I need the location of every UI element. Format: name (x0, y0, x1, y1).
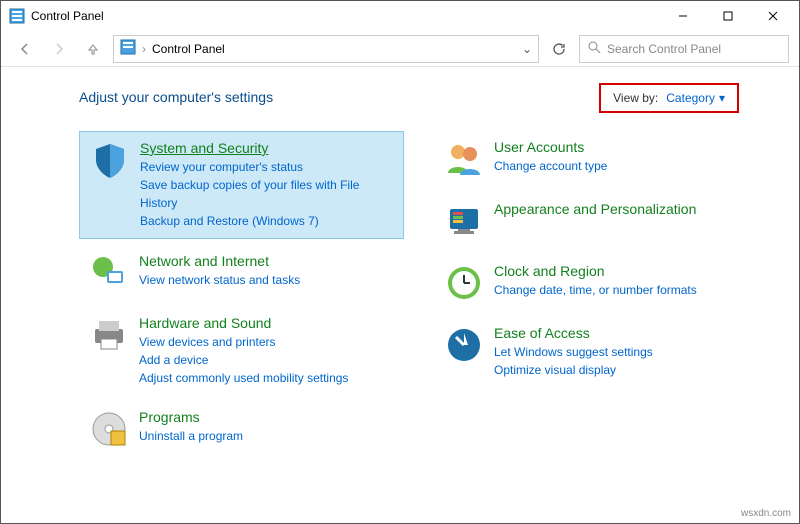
address-box[interactable]: › Control Panel ⌄ (113, 35, 539, 63)
address-bar: › Control Panel ⌄ Search Control Panel (1, 31, 799, 67)
back-button[interactable] (11, 35, 39, 63)
category-columns: System and Security Review your computer… (79, 131, 759, 463)
category-clock-region[interactable]: Clock and Region Change date, time, or n… (434, 255, 759, 311)
category-link[interactable]: Hardware and Sound (139, 315, 271, 331)
refresh-button[interactable] (545, 35, 573, 63)
search-placeholder: Search Control Panel (607, 42, 721, 56)
category-link[interactable]: System and Security (140, 140, 268, 156)
clock-icon (444, 263, 484, 303)
chevron-down-icon: ▾ (719, 91, 725, 105)
sublink[interactable]: Adjust commonly used mobility settings (139, 369, 394, 387)
left-column: System and Security Review your computer… (79, 131, 404, 463)
category-link[interactable]: Programs (139, 409, 200, 425)
category-ease-of-access[interactable]: Ease of Access Let Windows suggest setti… (434, 317, 759, 387)
content-area: Adjust your computer's settings View by:… (1, 67, 799, 473)
category-network-internet[interactable]: Network and Internet View network status… (79, 245, 404, 301)
right-column: User Accounts Change account type Appear… (434, 131, 759, 463)
category-programs[interactable]: Programs Uninstall a program (79, 401, 404, 457)
category-appearance-personalization[interactable]: Appearance and Personalization (434, 193, 759, 249)
watermark: wsxdn.com (741, 508, 791, 519)
close-button[interactable] (750, 1, 795, 31)
category-link[interactable]: Appearance and Personalization (494, 201, 696, 217)
forward-button[interactable] (45, 35, 73, 63)
view-by-selector[interactable]: View by: Category ▾ (599, 83, 739, 113)
category-link[interactable]: Network and Internet (139, 253, 269, 269)
window: Control Panel › Control Panel ⌄ Search C… (0, 0, 800, 524)
category-link[interactable]: User Accounts (494, 139, 584, 155)
titlebar: Control Panel (1, 1, 799, 31)
sublink[interactable]: Optimize visual display (494, 361, 749, 379)
shield-icon (90, 140, 130, 180)
ease-icon (444, 325, 484, 365)
chevron-down-icon[interactable]: ⌄ (522, 42, 532, 56)
maximize-button[interactable] (705, 1, 750, 31)
up-button[interactable] (79, 35, 107, 63)
sublink[interactable]: Let Windows suggest settings (494, 343, 749, 361)
monitor-color-icon (444, 201, 484, 241)
sublink[interactable]: Uninstall a program (139, 427, 394, 445)
sublink[interactable]: Change date, time, or number formats (494, 281, 749, 299)
sublink[interactable]: Review your computer's status (140, 158, 393, 176)
sublink[interactable]: Save backup copies of your files with Fi… (140, 176, 393, 212)
view-by-label: View by: (613, 91, 658, 105)
breadcrumb-item[interactable]: Control Panel (152, 42, 225, 56)
sublink[interactable]: Change account type (494, 157, 749, 175)
view-by-value[interactable]: Category ▾ (666, 91, 725, 105)
category-hardware-sound[interactable]: Hardware and Sound View devices and prin… (79, 307, 404, 395)
minimize-button[interactable] (660, 1, 705, 31)
category-link[interactable]: Clock and Region (494, 263, 605, 279)
search-icon (588, 41, 601, 57)
category-user-accounts[interactable]: User Accounts Change account type (434, 131, 759, 187)
sublink[interactable]: View devices and printers (139, 333, 394, 351)
users-icon (444, 139, 484, 179)
printer-icon (89, 315, 129, 355)
control-panel-icon (9, 8, 25, 24)
sublink[interactable]: View network status and tasks (139, 271, 394, 289)
sublink[interactable]: Add a device (139, 351, 394, 369)
control-panel-icon (120, 39, 136, 58)
category-system-security[interactable]: System and Security Review your computer… (79, 131, 404, 239)
disc-icon (89, 409, 129, 449)
chevron-right-icon: › (142, 42, 146, 56)
globe-network-icon (89, 253, 129, 293)
sublink[interactable]: Backup and Restore (Windows 7) (140, 212, 393, 230)
search-input[interactable]: Search Control Panel (579, 35, 789, 63)
category-link[interactable]: Ease of Access (494, 325, 590, 341)
window-title: Control Panel (31, 9, 660, 23)
